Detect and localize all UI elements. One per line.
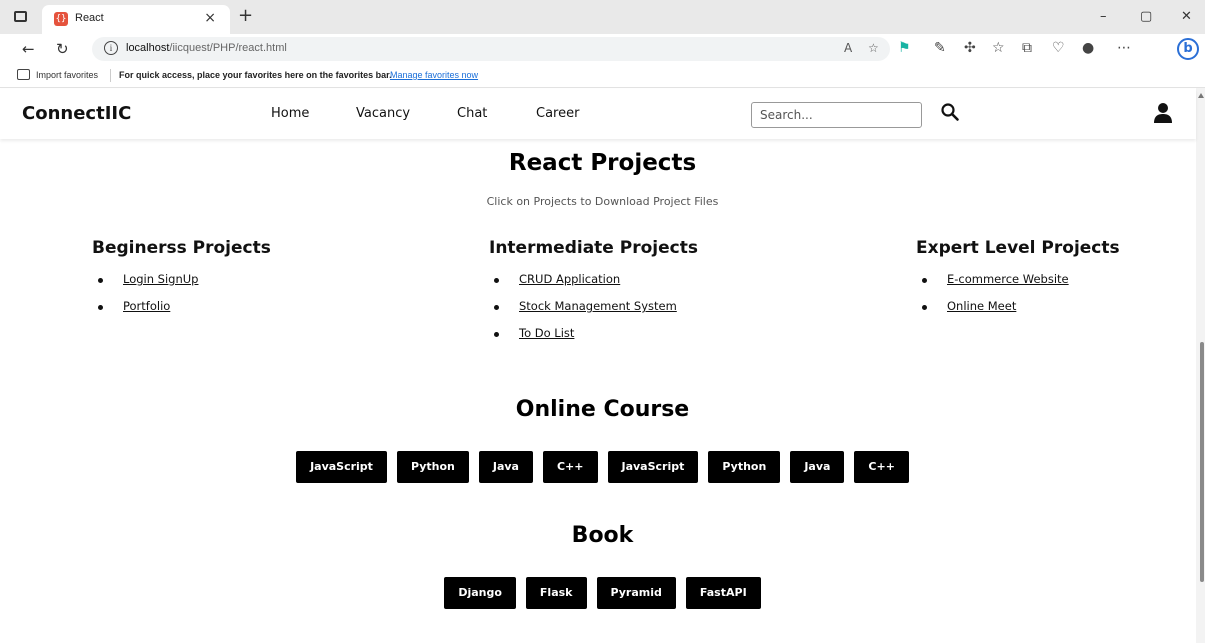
react-favicon-icon: {} bbox=[54, 12, 68, 26]
import-favorites-link[interactable]: Import favorites bbox=[36, 70, 98, 80]
course-button-javascript[interactable]: JavaScript bbox=[296, 451, 387, 483]
list-item: E-commerce Website bbox=[921, 272, 1069, 299]
favorite-star-icon[interactable]: ☆ bbox=[868, 41, 879, 55]
extensions-puzzle-icon[interactable]: ✣ bbox=[964, 40, 976, 56]
course-button-python[interactable]: Python bbox=[396, 451, 469, 483]
list-item: Stock Management System bbox=[493, 299, 677, 326]
expert-projects-list: E-commerce Website Online Meet bbox=[921, 272, 1069, 326]
more-menu-icon[interactable]: ⋯ bbox=[1117, 40, 1131, 56]
new-tab-icon[interactable]: + bbox=[238, 5, 253, 26]
extension-icon[interactable]: ⚑ bbox=[898, 40, 911, 56]
list-item: Online Meet bbox=[921, 299, 1069, 326]
book-button-pyramid[interactable]: Pyramid bbox=[596, 577, 676, 609]
site-info-icon[interactable]: i bbox=[104, 41, 118, 55]
browser-tab[interactable]: {} React × bbox=[42, 5, 230, 34]
close-window-icon[interactable]: ✕ bbox=[1181, 9, 1192, 24]
project-link-todo-list[interactable]: To Do List bbox=[519, 326, 574, 340]
url-text: localhost/iicquest/PHP/react.html bbox=[126, 42, 287, 54]
manage-favorites-link[interactable]: Manage favorites now bbox=[390, 70, 478, 80]
list-item: To Do List bbox=[493, 326, 677, 353]
back-icon[interactable]: ← bbox=[22, 40, 35, 58]
site-navbar: ConnectIIC Home Vacancy Chat Career bbox=[0, 89, 1196, 139]
course-button-python-2[interactable]: Python bbox=[708, 451, 781, 483]
project-link-crud-application[interactable]: CRUD Application bbox=[519, 272, 620, 286]
course-button-java-2[interactable]: Java bbox=[790, 451, 845, 483]
course-button-cpp[interactable]: C++ bbox=[542, 451, 598, 483]
nav-career[interactable]: Career bbox=[536, 106, 579, 121]
course-button-javascript-2[interactable]: JavaScript bbox=[607, 451, 699, 483]
project-link-login-signup[interactable]: Login SignUp bbox=[123, 272, 198, 286]
favorites-icon[interactable]: ☆ bbox=[992, 40, 1005, 56]
browser-tab-strip: {} React × + – ▢ ✕ bbox=[0, 0, 1205, 34]
nav-home[interactable]: Home bbox=[271, 106, 309, 121]
favorites-divider bbox=[110, 69, 111, 82]
nav-vacancy[interactable]: Vacancy bbox=[356, 106, 410, 121]
book-button-row: Django Flask Pyramid FastAPI bbox=[0, 577, 1205, 609]
expert-projects-heading: Expert Level Projects bbox=[916, 238, 1120, 258]
list-item: Login SignUp bbox=[97, 272, 198, 299]
beginner-projects-list: Login SignUp Portfolio bbox=[97, 272, 198, 326]
course-button-row: JavaScript Python Java C++ JavaScript Py… bbox=[0, 451, 1205, 483]
url-path: /iicquest/PHP/react.html bbox=[169, 42, 287, 54]
browser-essentials-icon[interactable]: ♡ bbox=[1052, 40, 1065, 56]
course-button-cpp-2[interactable]: C++ bbox=[854, 451, 909, 483]
minimize-icon[interactable]: – bbox=[1100, 9, 1107, 24]
list-item: Portfolio bbox=[97, 299, 198, 326]
project-link-ecommerce-website[interactable]: E-commerce Website bbox=[947, 272, 1069, 286]
bing-copilot-icon[interactable]: b bbox=[1177, 38, 1199, 60]
nav-chat[interactable]: Chat bbox=[457, 106, 487, 121]
search-input[interactable] bbox=[751, 102, 922, 128]
favorites-bar-message: For quick access, place your favorites h… bbox=[119, 70, 392, 80]
close-tab-icon[interactable]: × bbox=[204, 10, 216, 26]
read-aloud-icon[interactable]: A bbox=[844, 41, 852, 55]
intermediate-projects-heading: Intermediate Projects bbox=[489, 238, 698, 258]
scroll-up-arrow-icon[interactable] bbox=[1198, 93, 1204, 98]
favorites-bar: Import favorites For quick access, place… bbox=[0, 64, 1205, 88]
project-link-stock-management[interactable]: Stock Management System bbox=[519, 299, 677, 313]
book-title: Book bbox=[571, 523, 634, 548]
tab-actions-icon[interactable] bbox=[14, 11, 27, 22]
react-projects-title: React Projects bbox=[508, 150, 697, 176]
online-course-title: Online Course bbox=[515, 397, 690, 422]
address-bar-row: ← ↻ i localhost/iicquest/PHP/react.html … bbox=[0, 34, 1205, 64]
list-item: CRUD Application bbox=[493, 272, 677, 299]
project-link-portfolio[interactable]: Portfolio bbox=[123, 299, 170, 313]
import-favorites-icon[interactable] bbox=[17, 69, 30, 80]
course-button-java[interactable]: Java bbox=[478, 451, 533, 483]
book-button-fastapi[interactable]: FastAPI bbox=[685, 577, 761, 609]
projects-subtitle: Click on Projects to Download Project Fi… bbox=[486, 195, 719, 208]
refresh-icon[interactable]: ↻ bbox=[56, 40, 69, 58]
collections-icon[interactable]: ⧉ bbox=[1022, 40, 1032, 56]
profile-icon[interactable]: ● bbox=[1082, 40, 1094, 56]
address-bar[interactable]: i localhost/iicquest/PHP/react.html A ☆ bbox=[92, 37, 890, 61]
url-host: localhost bbox=[126, 42, 170, 54]
user-icon[interactable] bbox=[1152, 101, 1174, 125]
book-button-django[interactable]: Django bbox=[444, 577, 516, 609]
intermediate-projects-list: CRUD Application Stock Management System… bbox=[493, 272, 677, 353]
pen-icon[interactable]: ✎ bbox=[934, 40, 946, 56]
search-icon[interactable] bbox=[940, 102, 960, 122]
beginner-projects-heading: Beginerss Projects bbox=[92, 238, 271, 258]
project-link-online-meet[interactable]: Online Meet bbox=[947, 299, 1016, 313]
book-button-flask[interactable]: Flask bbox=[525, 577, 587, 609]
site-logo[interactable]: ConnectIIC bbox=[22, 103, 131, 124]
tab-title: React bbox=[75, 12, 104, 24]
restore-icon[interactable]: ▢ bbox=[1140, 9, 1152, 24]
